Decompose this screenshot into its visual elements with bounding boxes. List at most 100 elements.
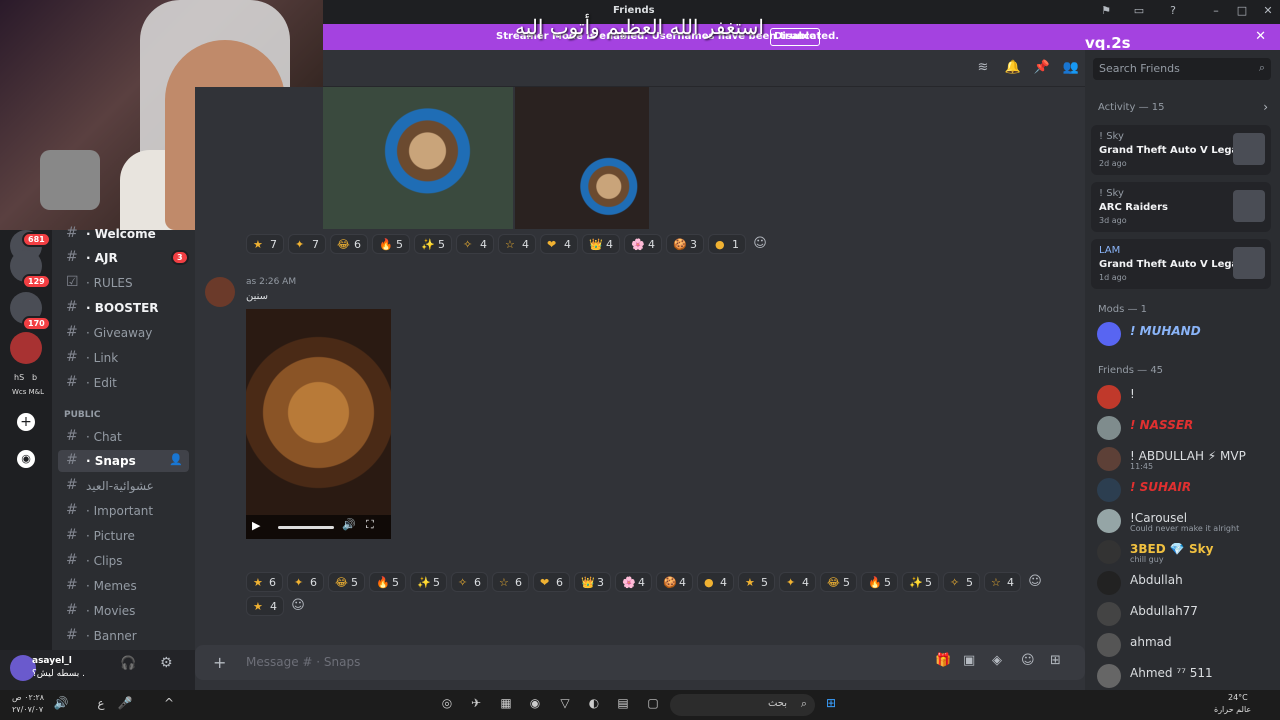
brave-icon[interactable]: ▽: [556, 696, 574, 714]
disable-button[interactable]: Disable: [770, 28, 820, 46]
friend-row[interactable]: !Carousel Could never make it alright: [1091, 507, 1273, 535]
search-friends-input[interactable]: Search Friends ⌕: [1093, 58, 1271, 80]
play-icon[interactable]: ▶: [252, 519, 260, 532]
author-avatar[interactable]: [205, 277, 235, 307]
reaction-pill[interactable]: 👑 4: [582, 234, 620, 254]
edge-icon[interactable]: ◐: [585, 696, 603, 714]
close-banner-icon[interactable]: ✕: [1255, 29, 1266, 44]
reaction-pill[interactable]: ● 1: [708, 234, 746, 254]
friend-row[interactable]: ! ABDULLAH ⚡ MVP 11:45: [1091, 445, 1273, 473]
reaction-pill[interactable]: ✦ 7: [288, 234, 326, 254]
channel-edit[interactable]: # · Edit: [58, 372, 189, 394]
taskbar-app-icon[interactable]: ▢: [644, 696, 662, 714]
channel-snaps[interactable]: # · Snaps 👤: [58, 450, 189, 472]
channel-ajr[interactable]: # · AJR 3: [58, 247, 189, 269]
channel-welcome[interactable]: # · Welcome: [58, 223, 189, 245]
coffee-image-2[interactable]: [515, 87, 649, 229]
activity-card[interactable]: ! Sky Grand Theft Auto V Legacy 2d ago: [1091, 125, 1271, 175]
video-progress[interactable]: [278, 526, 334, 529]
tray-chevron-icon[interactable]: ^: [160, 696, 178, 714]
close-window-icon[interactable]: ✕: [1260, 4, 1276, 18]
add-server-icon[interactable]: +: [17, 413, 35, 431]
reaction-pill[interactable]: 🍪 4: [656, 572, 693, 592]
volume-icon[interactable]: 🔊: [52, 696, 70, 714]
channel-memes[interactable]: # · Memes: [58, 575, 189, 597]
inbox-icon[interactable]: ⚑: [1098, 4, 1114, 18]
reaction-pill[interactable]: 😂 5: [820, 572, 857, 592]
emoji-icon[interactable]: ☺: [1021, 653, 1035, 668]
chevron-right-icon[interactable]: ›: [1263, 100, 1268, 114]
channel-banner[interactable]: # · Banner: [58, 625, 189, 647]
reaction-pill[interactable]: ✧ 5: [943, 572, 980, 592]
mic-icon[interactable]: 🎤: [116, 696, 134, 714]
discover-icon[interactable]: ◉: [17, 450, 35, 468]
taskbar-search[interactable]: بحث ⌕: [670, 694, 815, 716]
reaction-pill[interactable]: 🔥 5: [369, 572, 406, 592]
volume-icon[interactable]: 🔊: [342, 518, 356, 531]
channel-rules[interactable]: ☑ · RULES: [58, 272, 189, 294]
reaction-pill[interactable]: ★ 7: [246, 234, 284, 254]
fullscreen-icon[interactable]: ⛶: [366, 518, 374, 532]
member-row[interactable]: ! MUHAND: [1091, 320, 1273, 348]
monitor-icon[interactable]: ▭: [1131, 4, 1147, 18]
category-public[interactable]: PUBLIC: [64, 410, 100, 420]
reaction-pill[interactable]: ★ 4: [246, 596, 284, 616]
friend-row[interactable]: 3BED 💎 Sky chill guy: [1091, 538, 1273, 566]
attach-icon[interactable]: +: [213, 653, 226, 672]
pin-icon[interactable]: 📌: [1033, 60, 1051, 78]
activity-card[interactable]: ! Sky ARC Raiders 3d ago: [1091, 182, 1271, 232]
reaction-pill[interactable]: ☆ 4: [498, 234, 536, 254]
reaction-pill[interactable]: ★ 6: [246, 572, 283, 592]
reaction-pill[interactable]: ✦ 4: [779, 572, 816, 592]
minimize-icon[interactable]: –: [1208, 4, 1224, 18]
channel-giveaway[interactable]: # · Giveaway: [58, 322, 189, 344]
reaction-pill[interactable]: 🍪 3: [666, 234, 704, 254]
folder-icon[interactable]: ▤: [614, 696, 632, 714]
invite-icon[interactable]: 👤: [169, 453, 183, 466]
reaction-pill[interactable]: 😂 6: [330, 234, 368, 254]
reaction-pill[interactable]: ✧ 4: [456, 234, 494, 254]
friend-row[interactable]: Ahmed ⁷⁷ 511: [1091, 662, 1273, 690]
language-icon[interactable]: ع: [92, 696, 110, 714]
sticker-icon[interactable]: ◈: [992, 653, 1002, 668]
add-reaction-icon[interactable]: ☺: [1025, 572, 1045, 592]
reaction-pill[interactable]: ★ 5: [738, 572, 775, 592]
reaction-pill[interactable]: ❤ 4: [540, 234, 578, 254]
channel-random[interactable]: # عشوائية-العيد: [58, 475, 189, 497]
friend-row[interactable]: ahmad: [1091, 631, 1273, 659]
channel-picture[interactable]: # · Picture: [58, 525, 189, 547]
add-reaction-icon[interactable]: ☺: [288, 596, 308, 616]
channel-link[interactable]: # · Link: [58, 347, 189, 369]
channel-clips[interactable]: # · Clips: [58, 550, 189, 572]
reaction-pill[interactable]: ☆ 4: [984, 572, 1021, 592]
reaction-pill[interactable]: 😂 5: [328, 572, 365, 592]
reaction-pill[interactable]: 🔥 5: [861, 572, 898, 592]
discord-icon[interactable]: ◉: [526, 696, 544, 714]
channel-chat[interactable]: # · Chat: [58, 426, 189, 448]
message-author[interactable]: as: [246, 277, 256, 287]
reaction-pill[interactable]: 🌸 4: [615, 572, 652, 592]
video-attachment[interactable]: ▶ 🔊 ⛶: [246, 309, 391, 539]
message-composer[interactable]: + Message # · Snaps 🎁 ▣ ◈ ☺ ⊞: [195, 645, 1085, 680]
gif-icon[interactable]: ▣: [963, 653, 975, 668]
members-icon[interactable]: 👥: [1062, 60, 1080, 78]
coffee-image-1[interactable]: [323, 87, 513, 229]
reaction-pill[interactable]: 🔥 5: [372, 234, 410, 254]
reaction-pill[interactable]: 🌸 4: [624, 234, 662, 254]
reaction-pill[interactable]: ✨ 5: [902, 572, 939, 592]
bell-icon[interactable]: 🔔: [1004, 60, 1022, 78]
maximize-icon[interactable]: □: [1234, 4, 1250, 18]
channel-movies[interactable]: # · Movies: [58, 600, 189, 622]
server-icon-4[interactable]: [10, 332, 42, 364]
settings-icon[interactable]: ⚙: [160, 655, 173, 671]
threads-icon[interactable]: ≋: [974, 60, 992, 78]
reaction-pill[interactable]: ✧ 6: [451, 572, 488, 592]
telegram-icon[interactable]: ✈: [467, 696, 485, 714]
friend-row[interactable]: Abdullah: [1091, 569, 1273, 597]
headset-icon[interactable]: 🎧: [120, 656, 136, 671]
apps-icon[interactable]: ⊞: [1050, 653, 1061, 668]
activity-card[interactable]: LAM Grand Theft Auto V Legacy 1d ago: [1091, 239, 1271, 289]
taskbar-app-icon[interactable]: ▦: [497, 696, 515, 714]
help-icon[interactable]: ?: [1165, 4, 1181, 18]
windows-start-icon[interactable]: ⊞: [822, 696, 840, 714]
